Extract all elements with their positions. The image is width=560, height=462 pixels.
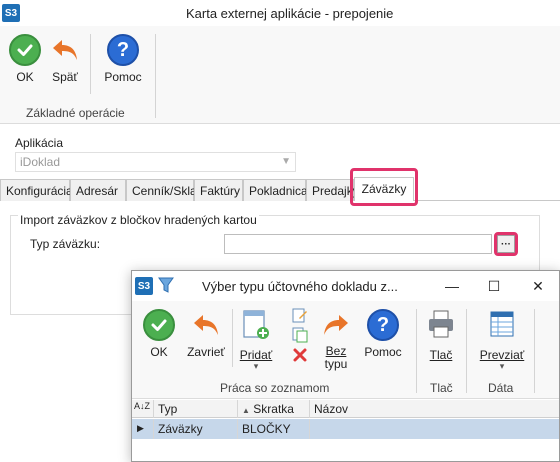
close-button[interactable]: ✕ [524, 276, 552, 296]
window-title: Karta externej aplikácie - prepojenie [186, 6, 394, 21]
help-icon: ? [367, 309, 399, 341]
copy-icon[interactable] [292, 327, 308, 346]
import-data-button[interactable]: Prevziať ▾ [476, 309, 528, 371]
column-header-skratka[interactable]: ▲ Skratka [238, 400, 310, 418]
app-logo-icon: S3 [2, 4, 20, 22]
ribbon-separator [232, 309, 233, 367]
list-group-label: Práca so zoznamom [220, 381, 330, 395]
add-button[interactable]: Pridať ▾ [236, 309, 276, 371]
data-table-icon [487, 309, 517, 344]
main-ribbon: OK Späť ? Pomoc Základné operácie [0, 26, 560, 124]
tab-zavazky[interactable]: Záväzky [354, 177, 414, 201]
tab-adresar[interactable]: Adresár [70, 179, 126, 201]
check-circle-icon [9, 34, 41, 66]
minimize-button[interactable]: — [438, 276, 466, 296]
maximize-button[interactable]: ☐ [480, 276, 508, 296]
no-type-button[interactable]: Bez typu [318, 309, 354, 371]
help-icon: ? [107, 34, 139, 66]
import-section-title: Import záväzkov z bločkov hradených kart… [18, 213, 259, 227]
typ-zavazku-input[interactable] [224, 234, 492, 254]
application-select[interactable]: iDoklad ▼ [15, 152, 296, 172]
tab-konfiguracia[interactable]: Konfigurácia [0, 179, 73, 201]
delete-icon[interactable] [292, 347, 308, 366]
dialog-title: Výber typu účtovného dokladu z... [202, 279, 398, 294]
dialog-help-label: Pomoc [364, 345, 402, 359]
check-circle-icon [143, 309, 175, 341]
filter-icon [158, 276, 174, 297]
column-header-skratka-label: Skratka [253, 402, 294, 416]
ribbon-group-separator [534, 309, 535, 393]
ribbon-group-separator [416, 309, 417, 393]
ribbon-group-label: Základné operácie [26, 106, 125, 120]
print-button[interactable]: Tlač [424, 309, 458, 362]
add-document-icon [241, 309, 271, 344]
column-header-typ[interactable]: Typ [154, 400, 238, 418]
type-selection-dialog: S3 Výber typu účtovného dokladu z... — ☐… [131, 270, 560, 462]
tab-bar: Konfigurácia Adresár Cenník/Sklad Faktúr… [0, 177, 560, 201]
no-type-label-line2: typu [324, 357, 348, 371]
main-titlebar: S3 Karta externej aplikácie - prepojenie [0, 0, 560, 26]
tab-cennik-sklad[interactable]: Cenník/Sklad [126, 179, 203, 201]
ribbon-separator [90, 34, 91, 94]
back-label: Späť [52, 70, 78, 84]
tab-faktury[interactable]: Faktúry [194, 179, 243, 201]
back-button[interactable]: Späť [48, 34, 82, 84]
dialog-ok-button[interactable]: OK [142, 309, 176, 359]
sort-ascending-icon: ▲ [242, 406, 250, 415]
data-group-label: Dáta [488, 381, 514, 395]
help-label: Pomoc [104, 70, 142, 84]
import-data-label: Prevziať [479, 348, 525, 362]
printer-icon [426, 309, 456, 344]
print-group-label: Tlač [430, 381, 453, 395]
edit-icon[interactable] [292, 307, 308, 326]
typ-zavazku-label: Typ záväzku: [30, 237, 101, 251]
dialog-ok-label: OK [150, 345, 168, 359]
app-logo-icon: S3 [135, 277, 153, 295]
undo-arrow-icon [49, 34, 81, 66]
undo-arrow-icon [190, 309, 222, 341]
cell-nazov[interactable] [310, 419, 559, 439]
cell-typ[interactable]: Záväzky [154, 419, 238, 439]
table-row[interactable]: ▶ Záväzky BLOČKY [132, 419, 559, 439]
application-label: Aplikácia [15, 136, 64, 150]
chevron-down-icon: ▼ [281, 156, 291, 167]
row-pointer-icon: ▶ [132, 419, 154, 439]
add-label: Pridať [239, 348, 273, 362]
help-button[interactable]: ? Pomoc [102, 34, 144, 84]
ribbon-group-separator [155, 34, 156, 118]
print-label: Tlač [429, 348, 453, 362]
ok-button[interactable]: OK [8, 34, 42, 84]
tab-predajky[interactable]: Predajky [306, 179, 359, 201]
application-value: iDoklad [20, 155, 61, 169]
column-header-nazov[interactable]: Názov [310, 400, 559, 418]
forward-arrow-icon [320, 309, 352, 341]
dialog-titlebar: S3 Výber typu účtovného dokladu z... — ☐… [132, 271, 559, 301]
sort-az-icon[interactable]: A↓Z [132, 400, 154, 418]
dialog-ribbon: OK Zavrieť Pridať ▾ Bez typu ? Pomoc Tla… [132, 301, 559, 399]
ok-label: OK [16, 70, 34, 84]
dialog-help-button[interactable]: ? Pomoc [362, 309, 404, 359]
ellipsis-button[interactable]: ··· [497, 235, 515, 253]
close-dialog-label: Zavrieť [187, 345, 225, 359]
tab-pokladnica[interactable]: Pokladnica [243, 179, 308, 201]
grid-header: A↓Z Typ ▲ Skratka Názov [132, 400, 559, 418]
ribbon-group-separator [466, 309, 467, 393]
close-dialog-button[interactable]: Zavrieť [184, 309, 228, 359]
chevron-down-icon: ▾ [253, 361, 259, 371]
chevron-down-icon: ▾ [499, 361, 505, 371]
cell-skratka[interactable]: BLOČKY [238, 419, 310, 439]
